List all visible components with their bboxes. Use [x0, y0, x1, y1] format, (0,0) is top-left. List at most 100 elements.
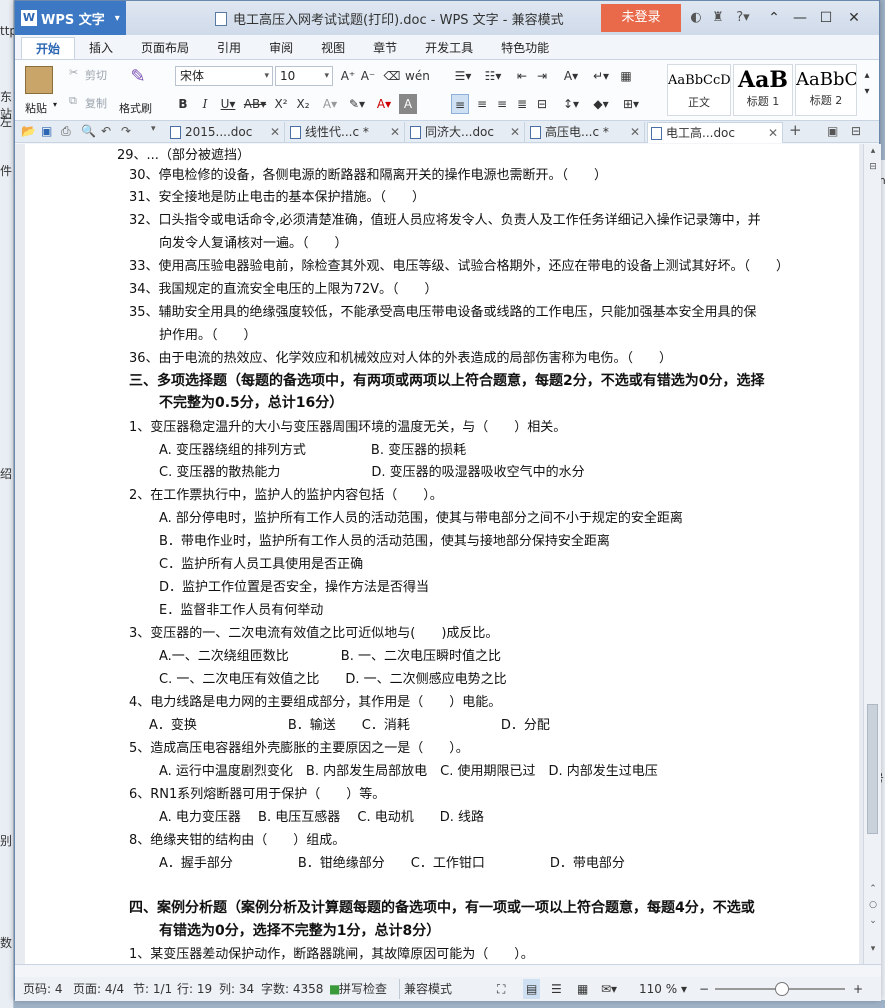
tab-special[interactable]: 特色功能 — [487, 37, 563, 59]
shading-icon[interactable]: ◆▾ — [589, 94, 613, 114]
table-icon[interactable]: ▦ — [617, 66, 635, 86]
close-icon[interactable]: ✕ — [768, 123, 778, 143]
tab-view[interactable]: 视图 — [307, 37, 359, 59]
vertical-scrollbar[interactable]: ▴ ⊟ ⌃ ○ ⌄ ▾ — [863, 144, 881, 964]
zoom-value[interactable]: 110 % — [639, 979, 677, 999]
document-area[interactable]: 29、...（部分被遮挡） 30、停电检修的设备，各侧电源的断路器和隔离开关的操… — [15, 144, 863, 964]
paste-label[interactable]: 粘贴 — [25, 100, 47, 116]
scissors-icon[interactable]: ✂ — [69, 66, 78, 79]
superscript-icon[interactable]: X² — [273, 94, 289, 114]
style-heading-2[interactable]: AaBbC 标题 2 — [795, 64, 857, 116]
outline-view-icon[interactable]: ☰ — [551, 979, 562, 999]
chevron-down-icon[interactable]: ▾ — [681, 979, 687, 999]
chevron-down-icon[interactable]: ▾ — [53, 100, 57, 109]
copy-icon[interactable]: ⧉ — [69, 94, 77, 108]
new-tab-icon[interactable]: + — [789, 121, 802, 139]
doc-tab[interactable]: 2015....doc ✕ — [167, 122, 285, 143]
scroll-up-icon[interactable]: ▴ — [864, 146, 882, 156]
help-icon[interactable]: ?▾ — [731, 9, 755, 27]
phonetic-icon[interactable]: wén — [405, 66, 430, 86]
style-heading-1[interactable]: AaB 标题 1 — [733, 64, 793, 116]
distribute-icon[interactable]: ⊟ — [533, 94, 551, 114]
grow-font-icon[interactable]: A⁺ — [339, 66, 357, 86]
paste-icon[interactable] — [25, 66, 53, 94]
next-page-icon[interactable]: ⌄ — [864, 916, 882, 926]
page-view-icon[interactable]: ▤ — [523, 979, 541, 999]
decrease-indent-icon[interactable]: ⇤ — [513, 66, 531, 86]
tab-references[interactable]: 引用 — [203, 37, 255, 59]
split-view-icon[interactable]: ⊟ — [864, 162, 882, 172]
close-icon[interactable]: ✕ — [390, 122, 400, 142]
print-icon[interactable]: ⎙ — [61, 124, 71, 139]
shrink-font-icon[interactable]: A⁻ — [359, 66, 377, 86]
close-icon[interactable]: ✕ — [270, 122, 280, 142]
horizontal-scrollbar[interactable] — [15, 965, 881, 977]
scroll-down-icon[interactable]: ▾ — [860, 82, 874, 102]
collapse-ribbon-icon[interactable]: ⌃ — [763, 7, 785, 29]
login-button[interactable]: 未登录 — [601, 4, 681, 32]
zoom-slider-knob[interactable] — [775, 982, 789, 996]
show-marks-icon[interactable]: ↵▾ — [589, 66, 613, 86]
bullet-list-icon[interactable]: ☰▾ — [451, 66, 475, 86]
borders-icon[interactable]: ⊞▾ — [619, 94, 643, 114]
save-icon[interactable]: ▣ — [41, 124, 52, 138]
increase-indent-icon[interactable]: ⇥ — [533, 66, 551, 86]
skin-icon[interactable]: ◐ — [687, 9, 705, 27]
app-menu-button[interactable]: W WPS 文字 ▾ — [15, 1, 126, 35]
zoom-out-icon[interactable]: − — [699, 979, 709, 999]
print-preview-icon[interactable]: 🔍 — [81, 124, 96, 138]
minimize-button[interactable]: — — [789, 7, 811, 29]
format-painter-button[interactable]: 格式刷 — [119, 100, 152, 116]
web-view-icon[interactable]: ▦ — [577, 979, 588, 999]
tab-home[interactable]: 开始 — [21, 37, 76, 59]
line-spacing-icon[interactable]: ↕▾ — [559, 94, 583, 114]
scrollbar-thumb[interactable] — [867, 704, 878, 834]
change-case-icon[interactable]: A▾ — [559, 66, 583, 86]
document-page[interactable]: 29、...（部分被遮挡） 30、停电检修的设备，各侧电源的断路器和隔离开关的操… — [25, 144, 859, 964]
subscript-icon[interactable]: X₂ — [295, 94, 311, 114]
tab-menu-icon[interactable]: ⊟ — [851, 124, 861, 138]
strikethrough-icon[interactable]: AB▾ — [243, 94, 267, 114]
highlight-icon[interactable]: ✎▾ — [345, 94, 369, 114]
character-shading-icon[interactable]: A — [399, 94, 417, 114]
format-painter-icon[interactable]: ✎ — [127, 66, 149, 88]
tab-sections[interactable]: 章节 — [359, 37, 411, 59]
scroll-down-icon[interactable]: ▾ — [864, 944, 882, 954]
align-right-icon[interactable]: ≡ — [493, 94, 511, 114]
close-icon[interactable]: ✕ — [510, 122, 520, 142]
font-color-icon[interactable]: A▾ — [373, 94, 395, 114]
doc-tab[interactable]: 同济大...doc ✕ — [407, 122, 525, 143]
copy-button[interactable]: 复制 — [85, 95, 107, 111]
tab-developer[interactable]: 开发工具 — [411, 37, 487, 59]
status-wordcount[interactable]: 字数: 4358 — [261, 979, 323, 999]
italic-icon[interactable]: I — [197, 94, 213, 114]
tab-list-icon[interactable]: ▣ — [827, 124, 838, 138]
redo-icon[interactable]: ↷ — [121, 124, 131, 138]
close-button[interactable]: ✕ — [843, 7, 865, 29]
browse-object-icon[interactable]: ○ — [864, 900, 882, 910]
spellcheck-button[interactable]: 拼写检查 — [339, 979, 387, 999]
maximize-button[interactable]: ☐ — [815, 7, 837, 29]
align-left-icon[interactable]: ≡ — [451, 94, 469, 114]
tab-page-layout[interactable]: 页面布局 — [127, 37, 203, 59]
clear-format-icon[interactable]: ⌫ — [383, 66, 401, 86]
doc-tab[interactable]: 高压电...c * ✕ — [527, 122, 645, 143]
prev-page-icon[interactable]: ⌃ — [864, 884, 882, 894]
style-normal[interactable]: AaBbCcD 正文 — [667, 64, 731, 116]
justify-icon[interactable]: ≣ — [513, 94, 531, 114]
close-icon[interactable]: ✕ — [630, 122, 640, 142]
underline-icon[interactable]: U▾ — [217, 94, 239, 114]
align-center-icon[interactable]: ≡ — [473, 94, 491, 114]
fullscreen-icon[interactable]: ⛶ — [497, 979, 505, 999]
zoom-in-icon[interactable]: + — [853, 979, 863, 999]
text-effect-icon[interactable]: A▾ — [319, 94, 341, 114]
tab-insert[interactable]: 插入 — [75, 37, 127, 59]
bold-icon[interactable]: B — [175, 94, 191, 114]
undo-icon[interactable]: ↶ — [101, 124, 111, 138]
doc-tab-active[interactable]: 电工高...doc ✕ — [647, 122, 783, 143]
comment-icon[interactable]: ✉▾ — [601, 979, 617, 999]
doc-tab[interactable]: 线性代...c * ✕ — [287, 122, 405, 143]
font-name-select[interactable]: 宋体 ▾ — [175, 66, 273, 86]
numbered-list-icon[interactable]: ☷▾ — [481, 66, 505, 86]
chevron-down-icon[interactable]: ▾ — [151, 124, 156, 134]
